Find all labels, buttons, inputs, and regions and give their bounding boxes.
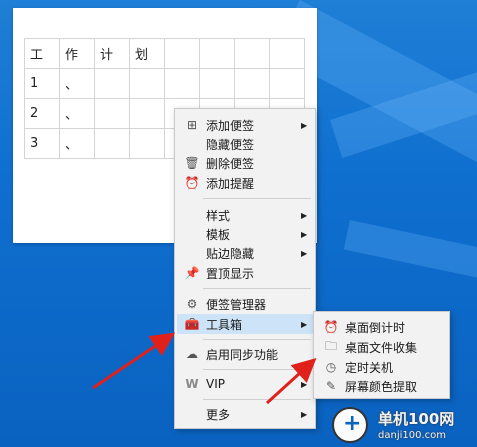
watermark-circle-icon: + <box>332 407 368 443</box>
annotation-arrows <box>92 332 317 405</box>
watermark-name: 单机100网 <box>378 410 455 428</box>
watermark-url: danji100.com <box>378 430 446 441</box>
arrow-to-toolbox <box>92 332 175 390</box>
watermark-logo: + 单机100网 danji100.com <box>330 405 477 447</box>
arrow-to-file-collect <box>265 357 317 405</box>
